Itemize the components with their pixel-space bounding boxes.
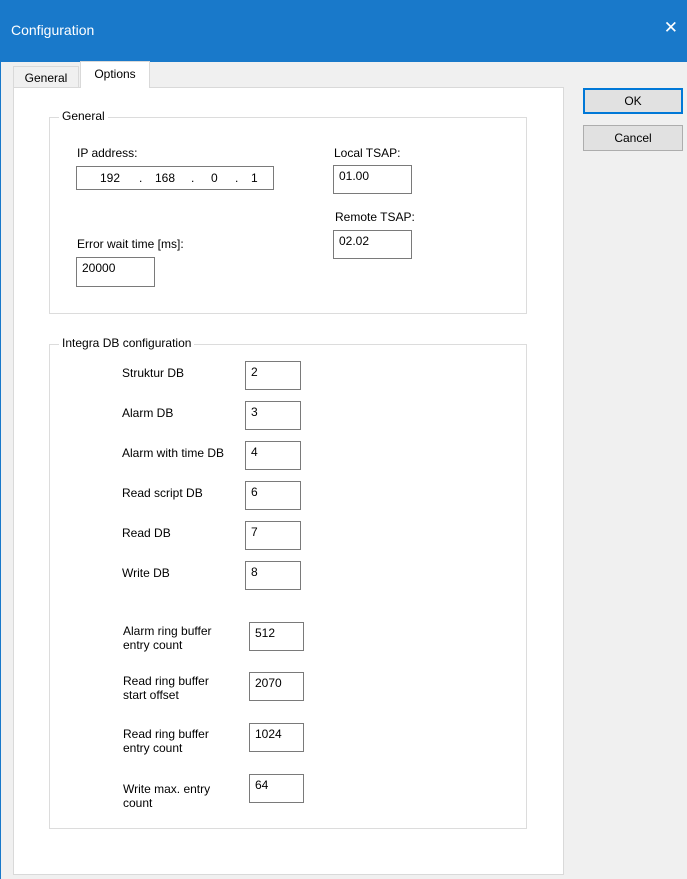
tab-general[interactable]: General (13, 66, 79, 88)
db-label-write: Write DB (122, 566, 170, 580)
db-input-read-script[interactable]: 6 (245, 481, 301, 510)
ip-dot-3: . (235, 171, 239, 185)
db-input-write[interactable]: 8 (245, 561, 301, 590)
ip-address-field[interactable]: 192 . 168 . 0 . 1 (76, 166, 274, 190)
db-input-read[interactable]: 7 (245, 521, 301, 550)
tab-options[interactable]: Options (80, 61, 150, 88)
db-label-alarm-with-time: Alarm with time DB (122, 446, 225, 460)
window-title: Configuration (11, 22, 95, 38)
buffer-label-read-entry-count: Read ring buffer entry count (123, 727, 209, 755)
ip-octet-1[interactable]: 192 (100, 171, 120, 185)
buffer-label-write-max-entry-count: Write max. entry count (123, 782, 210, 810)
buffer-label-read-start-offset: Read ring buffer start offset (123, 674, 209, 702)
remote-tsap-input[interactable]: 02.02 (333, 230, 412, 259)
configuration-window: Configuration ✕ General Options General … (0, 0, 687, 879)
db-label-read-script: Read script DB (122, 486, 203, 500)
db-label-alarm: Alarm DB (122, 406, 174, 420)
buffer-label-line2: entry count (123, 741, 183, 755)
local-tsap-input[interactable]: 01.00 (333, 165, 412, 194)
buffer-label-line1: Read ring buffer (123, 674, 209, 688)
ip-address-label: IP address: (77, 146, 138, 160)
db-label-read: Read DB (122, 526, 171, 540)
buffer-label-line1: Write max. entry (123, 782, 211, 796)
ip-dot-1: . (139, 171, 143, 185)
ip-dot-2: . (191, 171, 195, 185)
db-input-struktur[interactable]: 2 (245, 361, 301, 390)
error-wait-label: Error wait time [ms]: (77, 237, 184, 251)
buffer-input-write-max-entry-count[interactable]: 64 (249, 774, 304, 803)
buffer-label-line2: entry count (123, 638, 183, 652)
ip-octet-3[interactable]: 0 (211, 171, 218, 185)
ip-octet-2[interactable]: 168 (155, 171, 175, 185)
buffer-input-read-entry-count[interactable]: 1024 (249, 723, 304, 752)
cancel-button[interactable]: Cancel (583, 125, 683, 151)
buffer-label-line1: Alarm ring buffer (123, 624, 212, 638)
remote-tsap-label: Remote TSAP: (335, 210, 415, 224)
db-label-struktur: Struktur DB (122, 366, 185, 380)
db-input-alarm[interactable]: 3 (245, 401, 301, 430)
integra-db-group-legend: Integra DB configuration (59, 336, 195, 350)
ip-octet-4[interactable]: 1 (251, 171, 258, 185)
close-icon[interactable]: ✕ (664, 18, 678, 38)
buffer-label-line2: count (123, 796, 153, 810)
db-input-alarm-with-time[interactable]: 4 (245, 441, 301, 470)
buffer-label-line2: start offset (123, 688, 179, 702)
buffer-input-alarm-entry-count[interactable]: 512 (249, 622, 304, 651)
buffer-input-read-start-offset[interactable]: 2070 (249, 672, 304, 701)
general-group-legend: General (59, 109, 108, 123)
buffer-label-alarm-entry-count: Alarm ring buffer entry count (123, 624, 211, 652)
error-wait-input[interactable]: 20000 (76, 257, 155, 287)
ok-button[interactable]: OK (583, 88, 683, 114)
local-tsap-label: Local TSAP: (334, 146, 401, 160)
title-bar[interactable]: Configuration ✕ (1, 0, 687, 62)
buffer-label-line1: Read ring buffer (123, 727, 209, 741)
